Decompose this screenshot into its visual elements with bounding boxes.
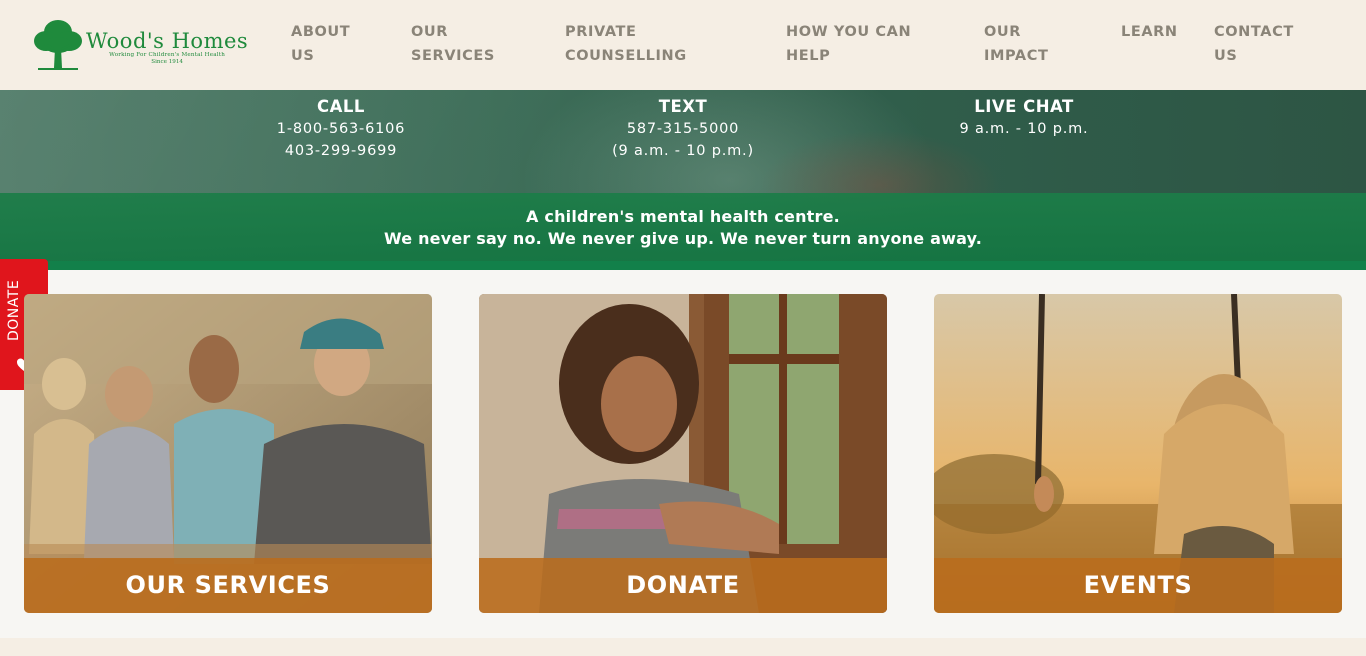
brand-tagline: Working For Children's Mental Health xyxy=(109,52,226,58)
text-hours: (9 a.m. - 10 p.m.) xyxy=(612,143,754,159)
nav-label: LEARN xyxy=(1121,24,1178,40)
brand-name: Wood's Homes xyxy=(86,29,249,53)
card-label: DONATE xyxy=(479,558,887,613)
nav-how-you-can-help[interactable]: HOW YOU CAN HELP xyxy=(786,20,911,68)
card-label: EVENTS xyxy=(934,558,1342,613)
contact-text: TEXT 587-315-5000 (9 a.m. - 10 p.m.) xyxy=(563,96,803,162)
card-our-services[interactable]: OUR SERVICES xyxy=(24,294,432,613)
nav-label: SERVICES xyxy=(411,48,495,64)
nav-private-counselling[interactable]: PRIVATE COUNSELLING xyxy=(565,20,687,68)
nav-label: OUR xyxy=(411,24,449,40)
contact-text-label: TEXT xyxy=(658,97,708,116)
footer-strip xyxy=(0,638,1366,656)
live-chat-hours: 9 a.m. - 10 p.m. xyxy=(959,121,1089,137)
nav-label: CONTACT xyxy=(1214,24,1294,40)
phone-link[interactable]: 1-800-563-6106 xyxy=(221,118,461,140)
contact-call: CALL 1-800-563-6106 403-299-9699 xyxy=(221,96,461,162)
nav-label: OUR xyxy=(984,24,1022,40)
contact-call-label: CALL xyxy=(317,97,365,116)
nav-label: HELP xyxy=(786,48,831,64)
nav-label: US xyxy=(291,48,315,64)
mission-banner: A children's mental health centre. We ne… xyxy=(0,193,1366,270)
live-chat-label[interactable]: LIVE CHAT xyxy=(904,96,1144,118)
card-donate[interactable]: DONATE xyxy=(479,294,887,613)
nav-label: US xyxy=(1214,48,1238,64)
card-events[interactable]: EVENTS xyxy=(934,294,1342,613)
text-number-link[interactable]: 587-315-5000 xyxy=(563,118,803,140)
nav-label: HOW YOU CAN xyxy=(786,24,912,40)
contact-live-chat[interactable]: LIVE CHAT 9 a.m. - 10 p.m. xyxy=(904,96,1144,140)
nav-label: PRIVATE xyxy=(565,24,637,40)
nav-about-us[interactable]: ABOUT US xyxy=(291,20,350,68)
phone-link[interactable]: 403-299-9699 xyxy=(221,140,461,162)
card-label: OUR SERVICES xyxy=(24,558,432,613)
nav-our-impact[interactable]: OUR IMPACT xyxy=(984,20,1048,68)
tree-logo-icon xyxy=(34,20,82,70)
mission-line: We never say no. We never give up. We ne… xyxy=(383,229,983,248)
nav-learn[interactable]: LEARN xyxy=(1121,20,1178,44)
nav-our-services[interactable]: OUR SERVICES xyxy=(411,20,495,68)
site-logo[interactable]: Wood's Homes Working For Children's Ment… xyxy=(32,18,256,74)
nav-contact-us[interactable]: CONTACT US xyxy=(1214,20,1294,68)
mission-text: A children's mental health centre. We ne… xyxy=(0,206,1366,250)
mission-line: A children's mental health centre. xyxy=(526,207,840,226)
nav-label: IMPACT xyxy=(984,48,1049,64)
nav-label: ABOUT xyxy=(291,24,351,40)
site-header: Wood's Homes Working For Children's Ment… xyxy=(0,0,1366,90)
donate-tab-label: DONATE xyxy=(6,279,22,341)
brand-since: Since 1914 xyxy=(151,59,183,65)
nav-label: COUNSELLING xyxy=(565,48,687,64)
